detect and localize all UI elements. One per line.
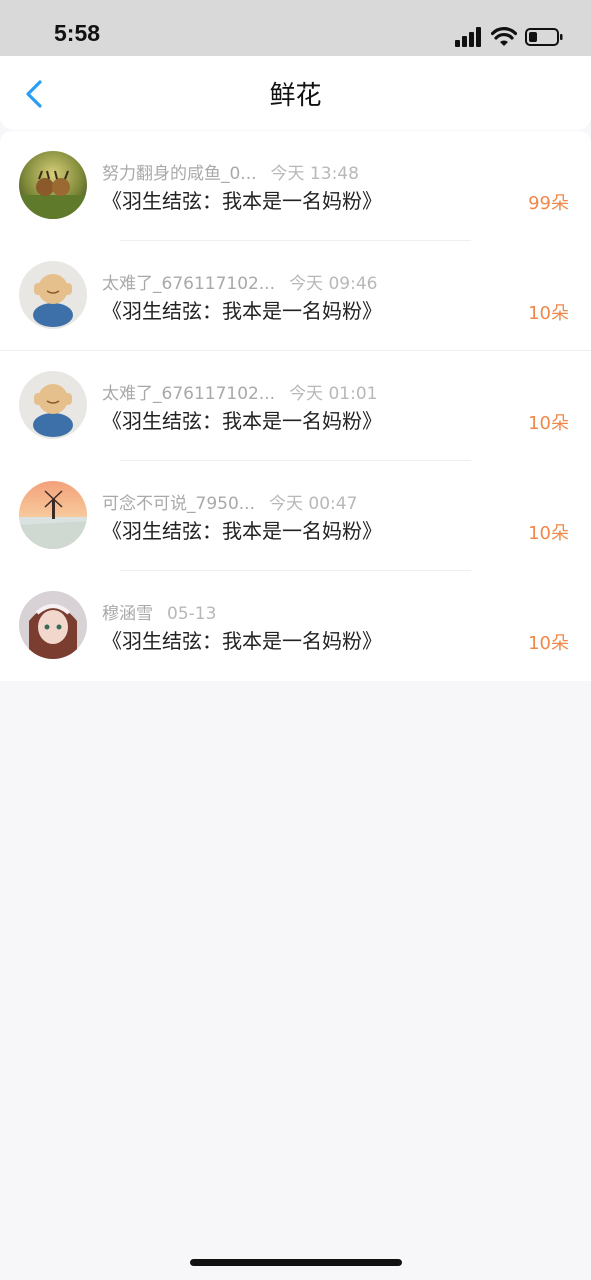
battery-icon xyxy=(525,28,563,46)
send-time: 今天 00:47 xyxy=(268,494,358,514)
cellular-signal-icon xyxy=(455,27,481,47)
list-item[interactable]: 努力翻身的咸鱼_0... 今天 13:48 《羽生结弦：我本是一名妈粉》 99朵 xyxy=(0,131,591,241)
nav-bar: 鲜花 xyxy=(0,56,591,130)
flower-amount: 10朵 xyxy=(528,413,569,434)
sender-name[interactable]: 努力翻身的咸鱼_0... xyxy=(102,164,257,184)
book-title[interactable]: 《羽生结弦：我本是一名妈粉》 xyxy=(102,515,382,544)
snail-avatar-icon[interactable] xyxy=(19,151,87,219)
sender-name[interactable]: 可念不可说_7950... xyxy=(102,494,255,514)
sender-meta: 可念不可说_7950... 今天 00:47 xyxy=(102,489,357,514)
book-title[interactable]: 《羽生结弦：我本是一名妈粉》 xyxy=(102,405,382,434)
sender-meta: 太难了_676117102... 今天 09:46 xyxy=(102,269,377,294)
send-time: 今天 01:01 xyxy=(289,384,378,404)
anime-girl-avatar-icon[interactable] xyxy=(19,591,87,659)
sender-meta: 太难了_676117102... 今天 01:01 xyxy=(102,379,377,404)
list-item[interactable]: 太难了_676117102... 今天 09:46 《羽生结弦：我本是一名妈粉》 … xyxy=(0,241,591,351)
sender-meta: 努力翻身的咸鱼_0... 今天 13:48 xyxy=(102,159,359,184)
sender-name[interactable]: 太难了_676117102... xyxy=(102,384,275,404)
list-item[interactable]: 太难了_676117102... 今天 01:01 《羽生结弦：我本是一名妈粉》 … xyxy=(0,351,591,461)
status-icons xyxy=(455,25,563,49)
flower-amount: 99朵 xyxy=(528,193,569,214)
windmill-sunset-avatar-icon[interactable] xyxy=(19,481,87,549)
flower-amount: 10朵 xyxy=(528,303,569,324)
sender-name[interactable]: 太难了_676117102... xyxy=(102,274,275,294)
sender-meta: 穆涵雪 05-13 xyxy=(102,599,216,624)
list-item[interactable]: 可念不可说_7950... 今天 00:47 《羽生结弦：我本是一名妈粉》 10朵 xyxy=(0,461,591,571)
chevron-left-icon xyxy=(26,80,42,108)
book-title[interactable]: 《羽生结弦：我本是一名妈粉》 xyxy=(102,295,382,324)
list-item[interactable]: 穆涵雪 05-13 《羽生结弦：我本是一名妈粉》 10朵 xyxy=(0,571,591,681)
back-button[interactable] xyxy=(18,76,54,112)
monk-figure-avatar-icon[interactable] xyxy=(19,371,87,439)
status-bar: 5:58 xyxy=(0,0,591,56)
flower-amount: 10朵 xyxy=(528,633,569,654)
sender-name[interactable]: 穆涵雪 xyxy=(102,604,153,624)
page-title: 鲜花 xyxy=(269,80,322,111)
wifi-icon xyxy=(491,27,517,46)
book-title[interactable]: 《羽生结弦：我本是一名妈粉》 xyxy=(102,625,382,654)
status-time: 5:58 xyxy=(54,20,101,46)
send-time: 今天 09:46 xyxy=(289,274,378,294)
monk-figure-avatar-icon[interactable] xyxy=(19,261,87,329)
send-time: 05-13 xyxy=(167,604,217,624)
send-time: 今天 13:48 xyxy=(270,164,359,184)
flower-gift-list: 努力翻身的咸鱼_0... 今天 13:48 《羽生结弦：我本是一名妈粉》 99朵 … xyxy=(0,131,591,681)
home-indicator[interactable] xyxy=(190,1259,402,1266)
flower-amount: 10朵 xyxy=(528,523,569,544)
book-title[interactable]: 《羽生结弦：我本是一名妈粉》 xyxy=(102,185,382,214)
